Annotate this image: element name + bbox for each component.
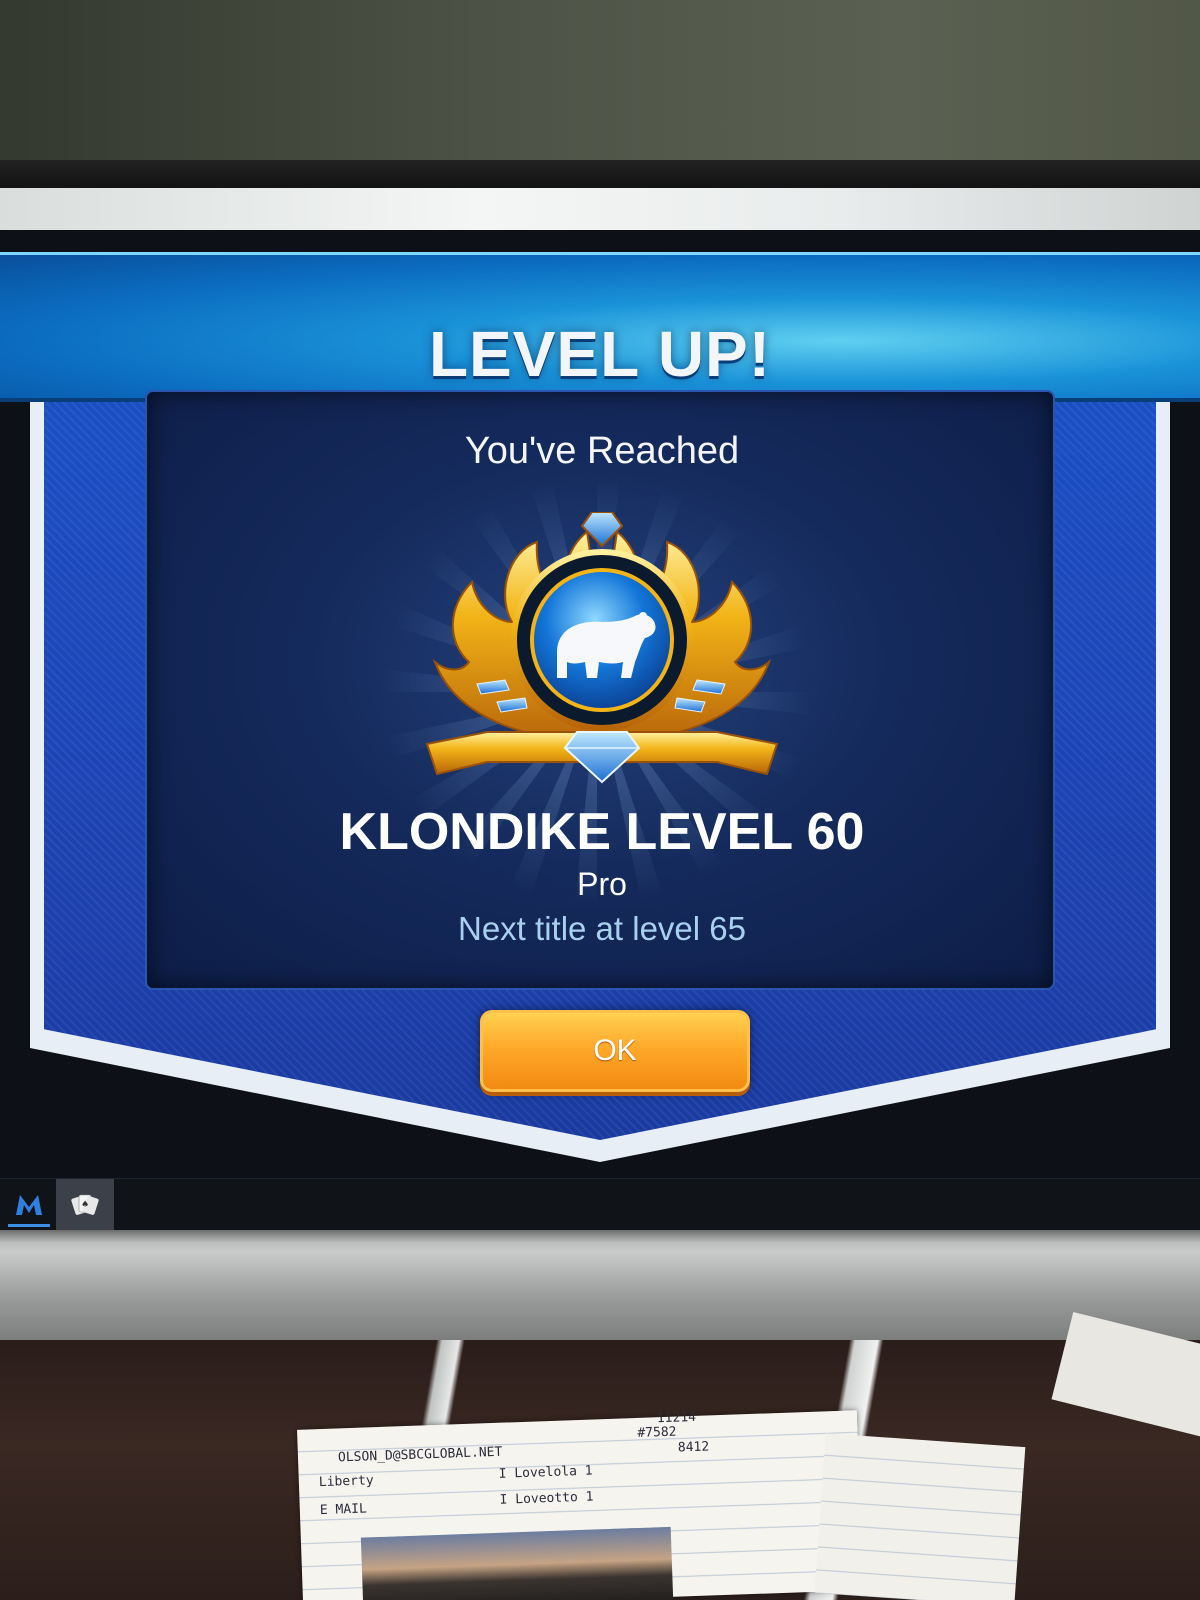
ok-button[interactable]: OK [480,1010,750,1092]
note-line: 8412 [677,1439,710,1456]
svg-text:♠: ♠ [81,1200,89,1210]
malwarebytes-icon [16,1195,42,1215]
playing-cards-icon: ♠ [71,1194,99,1215]
note-line: OLSON_D@SBCGLOBAL.NET [337,1444,503,1466]
note-line: Liberty [318,1473,374,1491]
monitor-screen: LEVEL UP! You've Reached KLONDIKE LEVEL … [0,230,1200,1230]
rank-title: Pro [577,866,627,902]
screen-glare [0,188,1200,230]
monitor-bottom-bezel [0,1230,1200,1340]
wall-background [0,0,1200,165]
banner-title: LEVEL UP! [428,318,772,390]
reached-subtitle: You've Reached [464,430,740,472]
level-up-panel: You've Reached KLONDIKE LEVEL 60 Pro Nex… [145,390,1055,990]
sunset-photo [360,1526,674,1600]
next-title-info: Next title at level 65 [458,910,746,947]
solitaire-taskbar-button[interactable]: ♠ [56,1179,114,1230]
level-up-banner: LEVEL UP! [0,252,1200,402]
note-line: E MAIL [319,1501,368,1519]
level-badge-icon [425,512,779,784]
note-line: I Lovelola 1 [498,1463,593,1482]
malwarebytes-taskbar-button[interactable] [0,1179,58,1230]
note-line: #7582 [637,1424,677,1441]
monitor-top-bezel [0,160,1200,190]
lined-paper [814,1433,1026,1600]
taskbar: ♠ [0,1178,1200,1230]
note-line: 11214 [656,1409,697,1427]
handwritten-note: OLSON_D@SBCGLOBAL.NET Liberty I Lovelola… [297,1410,863,1600]
level-title: KLONDIKE LEVEL 60 [339,803,865,861]
note-line: I Loveotto 1 [499,1489,594,1508]
